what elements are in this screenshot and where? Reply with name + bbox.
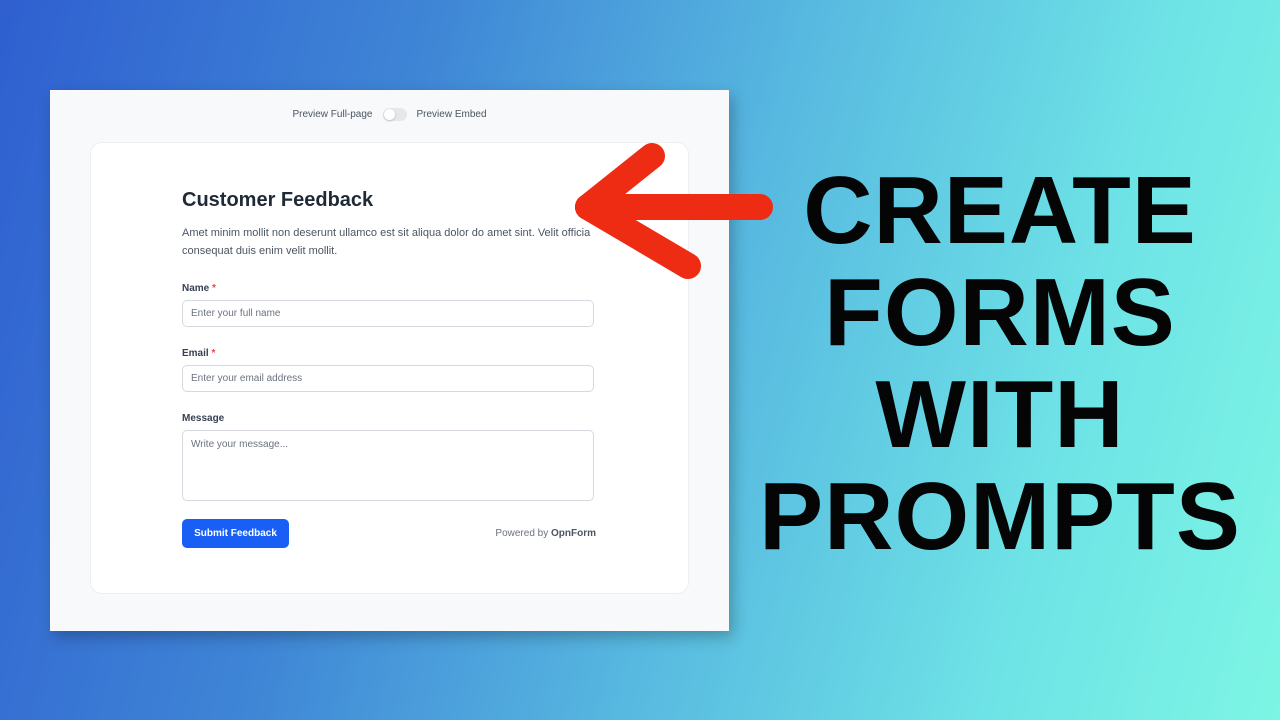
form-title: Customer Feedback	[182, 189, 374, 211]
headline: CREATE FORMS WITH PROMPTS	[740, 160, 1260, 568]
preview-embed-label[interactable]: Preview Embed	[417, 109, 487, 120]
name-input[interactable]: Enter your full name	[182, 300, 594, 327]
email-input[interactable]: Enter your email address	[182, 365, 594, 392]
headline-line: FORMS	[824, 259, 1176, 366]
name-label-text: Name	[182, 283, 210, 294]
email-field-group: Email * Enter your email address	[182, 348, 596, 392]
preview-mode-toggle[interactable]	[382, 108, 407, 121]
name-label: Name *	[182, 283, 596, 294]
message-textarea[interactable]: Write your message...	[182, 430, 594, 501]
powered-brand: OpnForm	[551, 528, 596, 539]
message-label: Message	[182, 413, 225, 424]
form-description: Amet minim mollit non deserunt ullamco e…	[182, 227, 591, 257]
feedback-form: Customer Feedback Amet minim mollit non …	[182, 189, 596, 548]
name-field-group: Name * Enter your full name	[182, 283, 596, 327]
powered-prefix: Powered by	[495, 528, 549, 539]
preview-mode-bar: Preview Full-page Preview Embed	[50, 108, 729, 121]
submit-feedback-button[interactable]: Submit Feedback	[182, 519, 289, 548]
email-label-text: Email	[182, 348, 209, 359]
message-field-group: Message Write your message...	[182, 413, 596, 501]
preview-full-page-label[interactable]: Preview Full-page	[292, 109, 372, 120]
headline-line: CREATE	[803, 157, 1197, 264]
toggle-knob	[383, 109, 395, 120]
required-mark: *	[212, 283, 216, 294]
headline-line: WITH	[875, 361, 1125, 468]
headline-line: PROMPTS	[759, 463, 1241, 570]
email-label: Email *	[182, 348, 596, 359]
powered-by[interactable]: Powered by OpnForm	[495, 528, 596, 539]
required-mark: *	[211, 348, 216, 359]
